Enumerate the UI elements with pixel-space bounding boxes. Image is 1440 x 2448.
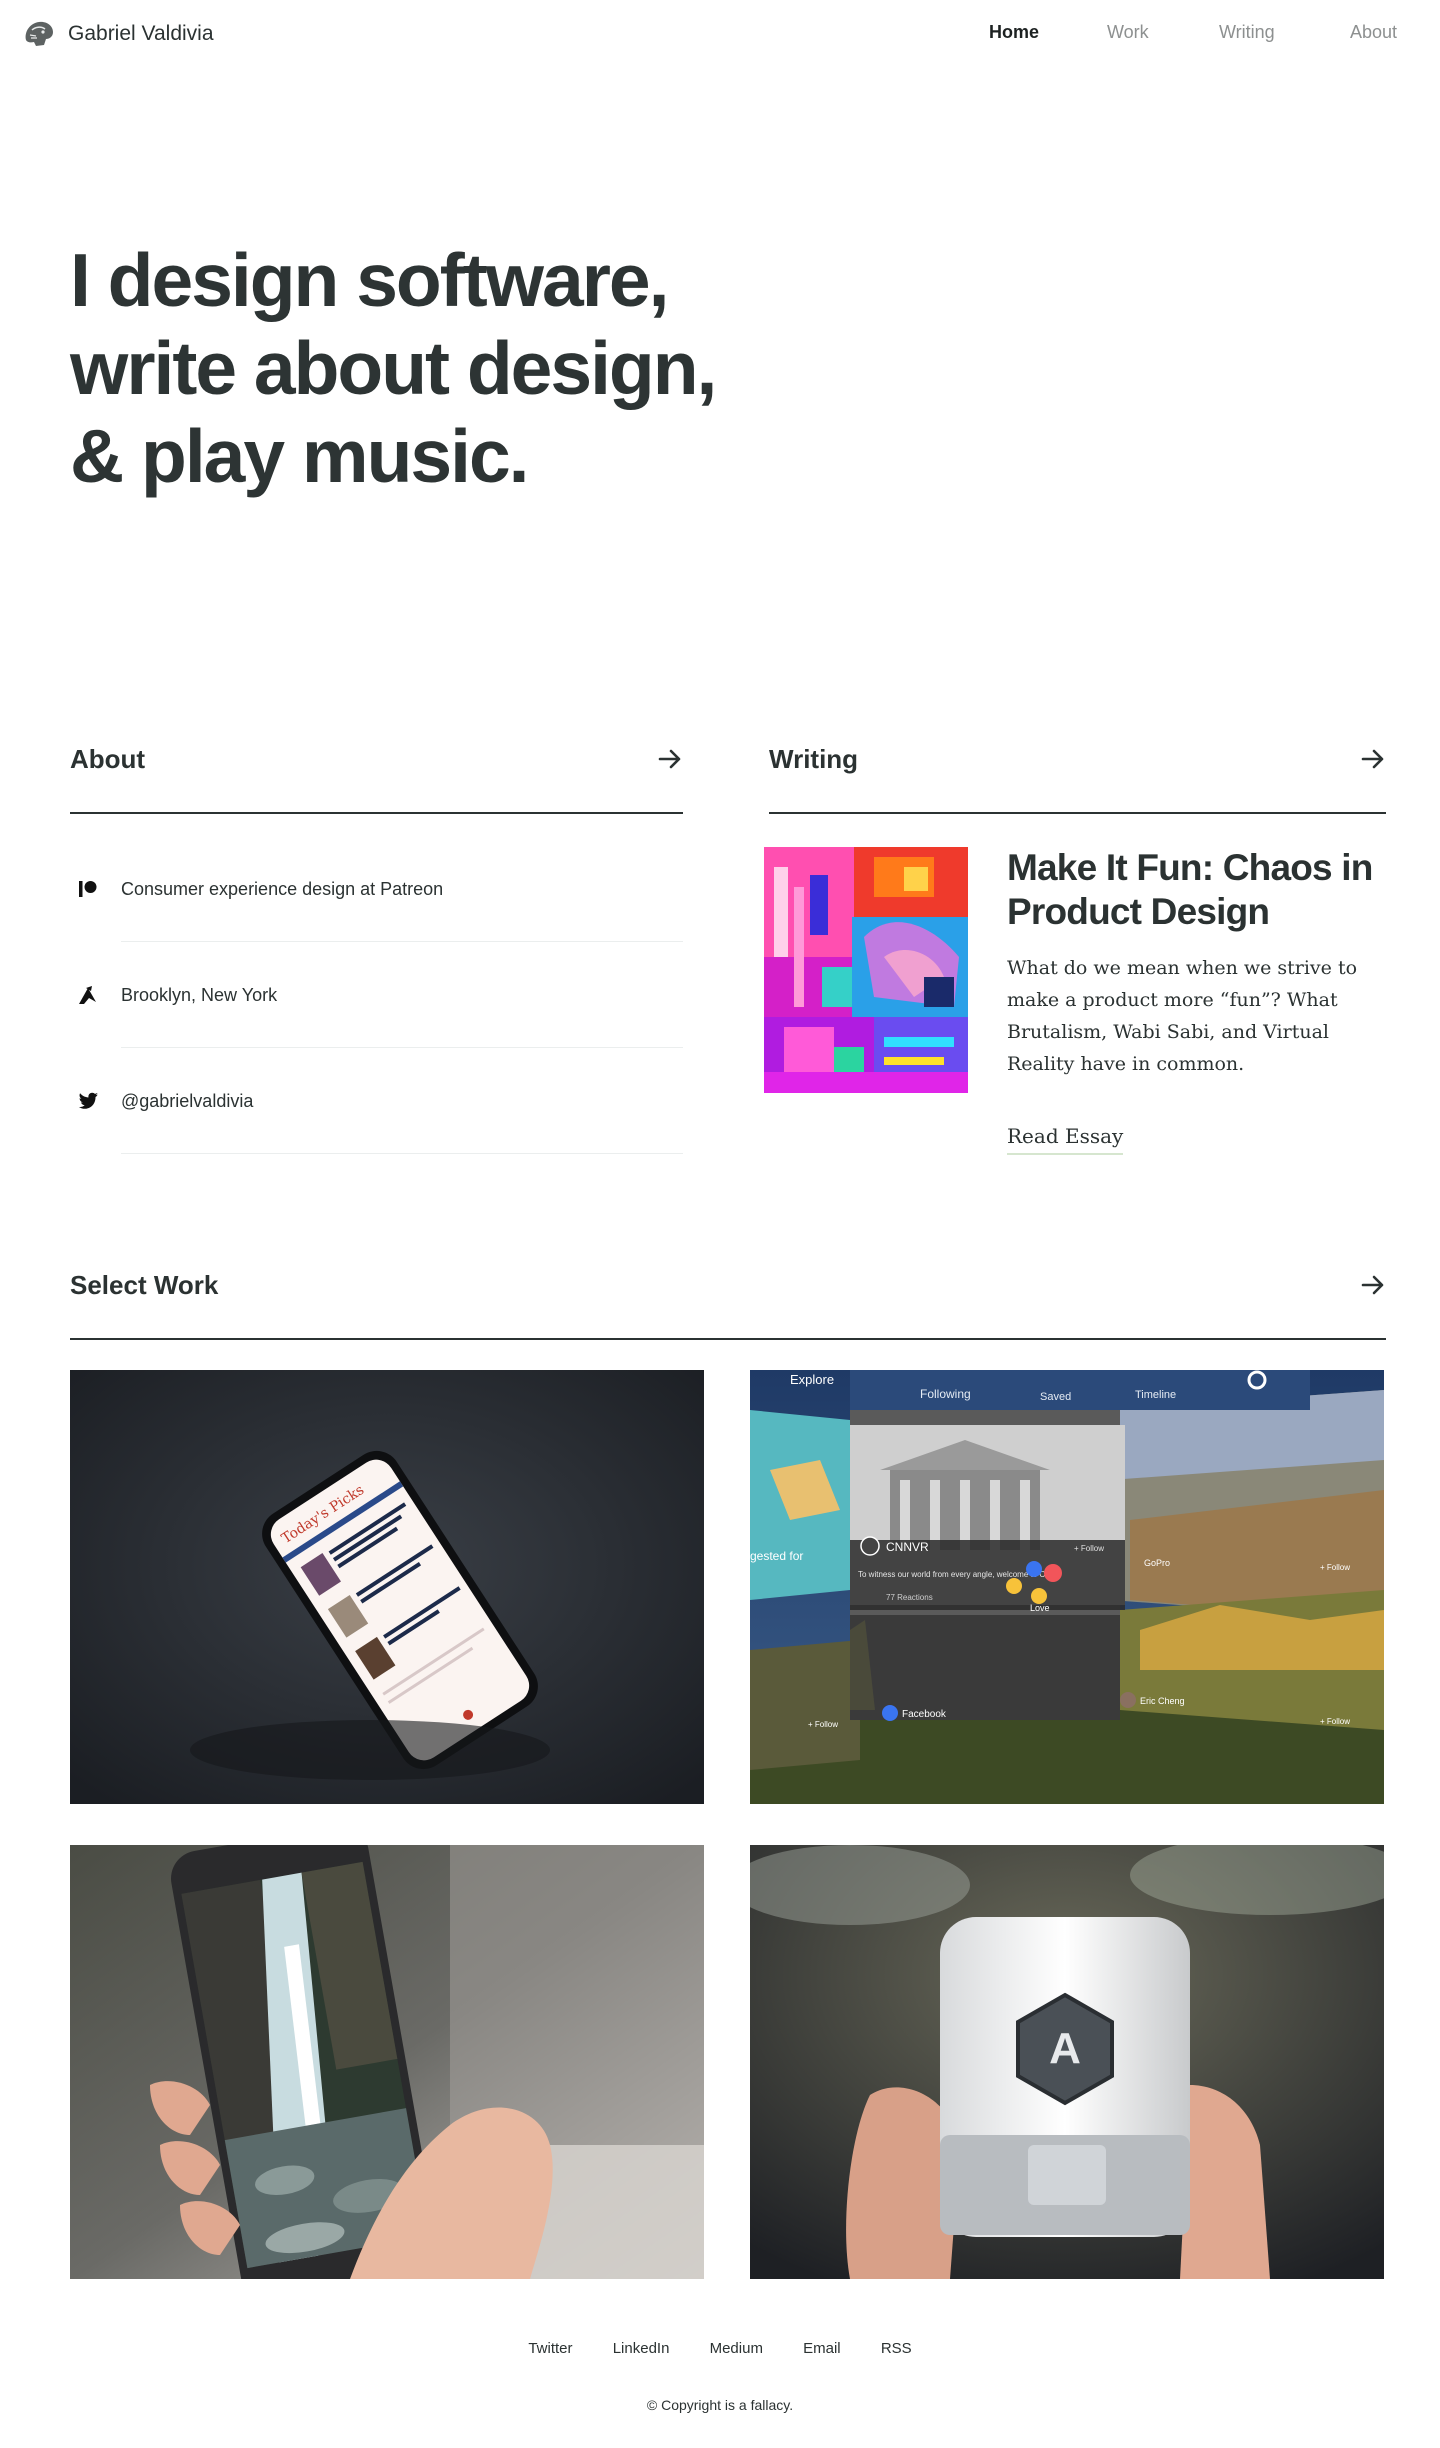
- phone-mockup-image: Today's Picks: [70, 1370, 704, 1804]
- about-title: About: [70, 744, 146, 774]
- vr-side-3: Eric Cheng: [1140, 1696, 1185, 1706]
- work-tile-phone-video[interactable]: [70, 1845, 704, 2279]
- site-header: Gabriel Valdivia Home Work Writing About: [0, 0, 1440, 68]
- vr-tab-explore: Explore: [790, 1372, 834, 1387]
- essay-collage-image: [764, 847, 968, 1093]
- hero-line-3: & play music.: [70, 414, 530, 498]
- nav-work[interactable]: Work: [1107, 22, 1149, 43]
- logo-icon: [25, 21, 53, 46]
- work-title: Select Work: [70, 1270, 219, 1300]
- nav-about[interactable]: About: [1350, 22, 1397, 43]
- about-item-label: @gabrielvaldivia: [121, 1091, 254, 1111]
- writing-arrow-icon[interactable]: [1360, 746, 1386, 772]
- work-tile-facebook-vr[interactable]: Explore Following Saved Timeline CNNVR +…: [750, 1370, 1384, 1804]
- twitter-icon: [78, 1092, 98, 1109]
- copyright: © Copyright is a fallacy.: [646, 2397, 794, 2413]
- patreon-icon: [79, 881, 97, 897]
- footer-link-twitter[interactable]: Twitter: [528, 2340, 572, 2357]
- essay-description: What do we mean when we strive to make a…: [1007, 957, 1358, 1075]
- vr-follow-1: + Follow: [1074, 1544, 1104, 1553]
- essay-thumbnail[interactable]: [764, 847, 968, 1093]
- essay-title[interactable]: Make It Fun: Chaos in Product Design: [1007, 846, 1387, 934]
- brand-link[interactable]: Gabriel Valdivia: [22, 18, 214, 50]
- work-arrow-icon[interactable]: [1360, 1272, 1386, 1298]
- hero-line-1: I design software,: [70, 238, 669, 322]
- writing-title: Writing: [769, 744, 859, 774]
- divider: [121, 1153, 683, 1154]
- footer-link-email[interactable]: Email: [803, 2340, 841, 2357]
- vr-tab-following: Following: [920, 1387, 971, 1401]
- vr-card-caption: To witness our world from every angle, w…: [858, 1570, 1055, 1579]
- about-item-label: Brooklyn, New York: [121, 985, 278, 1005]
- car-adapter-image: A: [750, 1845, 1384, 2279]
- vr-side-2: Facebook: [902, 1709, 947, 1720]
- footer-link-linkedin[interactable]: LinkedIn: [613, 2340, 670, 2357]
- brand-name: Gabriel Valdivia: [68, 22, 214, 45]
- nav-writing[interactable]: Writing: [1219, 22, 1275, 43]
- vr-reaction-label: Love: [1030, 1603, 1050, 1613]
- about-arrow-icon[interactable]: [657, 746, 683, 772]
- about-item-location: Brooklyn, New York: [70, 942, 683, 1048]
- read-essay-link[interactable]: Read Essay: [1007, 1124, 1124, 1155]
- vr-follow-2: + Follow: [1320, 1563, 1350, 1572]
- device-letter: A: [1049, 2024, 1081, 2073]
- footer-links: Twitter LinkedIn Medium Email RSS: [0, 2340, 1440, 2357]
- hand-phone-image: [70, 1845, 704, 2279]
- hero-line-2: write about design,: [70, 326, 717, 410]
- vr-tab-saved: Saved: [1040, 1391, 1071, 1403]
- vr-side-1: GoPro: [1144, 1558, 1170, 1568]
- vr-interface-image: Explore Following Saved Timeline CNNVR +…: [750, 1370, 1384, 1804]
- about-item-twitter[interactable]: @gabrielvaldivia: [70, 1048, 683, 1154]
- work-tile-automatic[interactable]: A: [750, 1845, 1384, 2279]
- hero: I design software, write about design, &…: [70, 236, 970, 500]
- vr-follow-4: + Follow: [1320, 1717, 1350, 1726]
- about-item-work: Consumer experience design at Patreon: [70, 836, 683, 942]
- vr-tab-timeline: Timeline: [1135, 1389, 1176, 1401]
- vr-side-4: gested for: [750, 1549, 803, 1563]
- about-section-header: About: [70, 744, 683, 814]
- footer-link-rss[interactable]: RSS: [881, 2340, 912, 2357]
- work-tile-patreon-app[interactable]: Today's Picks: [70, 1370, 704, 1804]
- vr-card-name: CNNVR: [886, 1540, 929, 1554]
- nav-home[interactable]: Home: [989, 22, 1039, 43]
- hero-heading: I design software, write about design, &…: [70, 236, 970, 500]
- about-item-label: Consumer experience design at Patreon: [121, 879, 444, 899]
- vr-follow-3: + Follow: [808, 1720, 838, 1729]
- vr-reactions: 77 Reactions: [886, 1593, 933, 1602]
- location-icon: [79, 986, 96, 1004]
- footer-link-medium[interactable]: Medium: [710, 2340, 763, 2357]
- work-section-header: Select Work: [70, 1270, 1386, 1340]
- writing-section-header: Writing: [769, 744, 1386, 814]
- about-list: Consumer experience design at Patreon Br…: [70, 836, 683, 1154]
